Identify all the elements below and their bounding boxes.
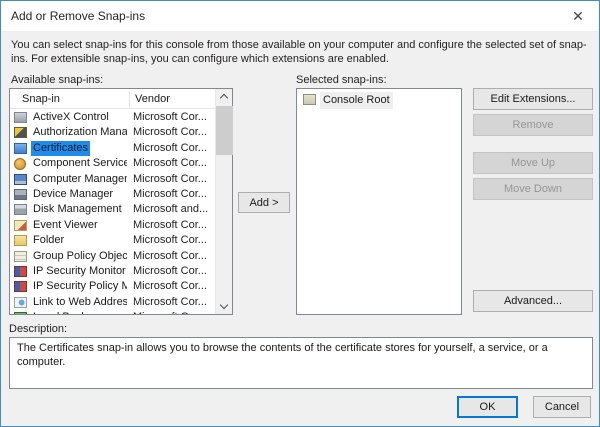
snapin-name: Authorization Manager bbox=[33, 126, 127, 139]
selected-snapins-list: Console Root bbox=[296, 88, 462, 315]
cancel-button[interactable]: Cancel bbox=[533, 396, 591, 418]
group-policy-object-icon bbox=[14, 250, 27, 262]
selected-rows: Console Root bbox=[297, 92, 461, 109]
disk-management-icon bbox=[14, 204, 27, 216]
vertical-scrollbar[interactable] bbox=[215, 89, 233, 314]
list-item[interactable]: IP Security Monitor Microsoft Cor... bbox=[10, 264, 215, 279]
snapin-name: Disk Management bbox=[33, 203, 122, 216]
snapin-name: ActiveX Control bbox=[33, 111, 109, 123]
list-item[interactable]: Event Viewer Microsoft Cor... bbox=[10, 218, 215, 233]
snapin-name: Event Viewer bbox=[33, 218, 98, 231]
edit-extensions-button[interactable]: Edit Extensions... bbox=[473, 88, 593, 110]
component-services-icon bbox=[14, 158, 26, 171]
list-item[interactable]: Computer Managem... Microsoft Cor... bbox=[10, 172, 215, 187]
local-backup-icon bbox=[14, 312, 27, 314]
column-header-vendor[interactable]: Vendor bbox=[135, 93, 170, 105]
computer-management-icon bbox=[14, 173, 27, 185]
column-separator[interactable] bbox=[129, 91, 130, 107]
snapin-name: Local Backup bbox=[31, 310, 101, 314]
list-item[interactable]: Component Services Microsoft Cor... bbox=[10, 156, 215, 171]
authorization-manager-icon bbox=[14, 127, 27, 139]
snapin-vendor: Microsoft Cor... bbox=[133, 157, 207, 170]
ip-security-policy-icon bbox=[14, 281, 27, 293]
device-manager-icon bbox=[14, 188, 27, 200]
list-item[interactable]: Certificates Microsoft Cor... bbox=[10, 140, 215, 157]
selected-snapins-label: Selected snap-ins: bbox=[296, 74, 387, 86]
titlebar: Add or Remove Snap-ins ✕ bbox=[1, 1, 599, 31]
snapin-vendor: Microsoft Cor... bbox=[133, 264, 207, 277]
side-buttons: Edit Extensions... Remove Move Up Move Down… bbox=[473, 88, 593, 312]
advanced-button[interactable]: Advanced... bbox=[473, 290, 593, 312]
snapin-name: Computer Managem... bbox=[33, 172, 127, 185]
list-item[interactable]: Local Backup Microsoft Cor... bbox=[10, 310, 215, 314]
ok-button[interactable]: OK bbox=[457, 396, 518, 418]
snapin-vendor: Microsoft Cor... bbox=[133, 249, 207, 262]
description-text: The Certificates snap-in allows you to b… bbox=[17, 342, 548, 368]
list-item[interactable]: ActiveX Control Microsoft Cor... bbox=[10, 110, 215, 125]
console-folder-icon bbox=[303, 94, 316, 105]
list-item[interactable]: Device Manager Microsoft Cor... bbox=[10, 187, 215, 202]
list-item[interactable]: Group Policy Object ... Microsoft Cor... bbox=[10, 249, 215, 264]
folder-icon bbox=[14, 235, 27, 247]
snapin-name: IP Security Monitor bbox=[33, 264, 126, 277]
snapin-name: IP Security Policy M... bbox=[33, 280, 127, 293]
link-to-web-address-icon bbox=[14, 296, 27, 308]
close-icon[interactable]: ✕ bbox=[567, 5, 589, 27]
scroll-down-icon[interactable] bbox=[216, 298, 233, 314]
list-item[interactable]: Authorization Manager Microsoft Cor... bbox=[10, 125, 215, 140]
activex-control-icon bbox=[14, 112, 27, 123]
snapin-vendor: Microsoft and... bbox=[133, 203, 209, 216]
certificates-icon bbox=[14, 142, 27, 154]
snapin-vendor: Microsoft Cor... bbox=[133, 218, 207, 231]
available-rows: ActiveX Control Microsoft Cor... Authoriza… bbox=[10, 110, 215, 314]
list-item[interactable]: IP Security Policy M... Microsoft Cor... bbox=[10, 279, 215, 294]
selected-list-item[interactable]: Console Root bbox=[297, 92, 461, 109]
list-item[interactable]: Disk Management Microsoft and... bbox=[10, 202, 215, 217]
description-box: The Certificates snap-in allows you to b… bbox=[9, 337, 593, 389]
snapin-vendor: Microsoft Cor... bbox=[133, 187, 207, 200]
add-remove-snapins-dialog: Add or Remove Snap-ins ✕ You can select … bbox=[0, 0, 600, 427]
snapin-name: Group Policy Object ... bbox=[33, 249, 127, 262]
snapin-vendor: Microsoft Cor... bbox=[133, 126, 207, 139]
snapin-vendor: Microsoft Cor... bbox=[133, 295, 207, 308]
snapin-name: Component Services bbox=[33, 157, 127, 170]
available-snapins-list: Snap-in Vendor ActiveX Control Microsoft … bbox=[9, 88, 233, 315]
available-snapins-label: Available snap-ins: bbox=[11, 74, 104, 86]
add-button[interactable]: Add > bbox=[238, 192, 290, 213]
selected-snapin-name: Console Root bbox=[320, 92, 393, 109]
intro-text: You can select snap-ins for this console… bbox=[11, 39, 587, 65]
snapin-name: Link to Web Address bbox=[33, 295, 127, 308]
snapin-name: Certificates bbox=[31, 140, 91, 157]
snapin-name: Folder bbox=[33, 234, 65, 247]
snapin-vendor: Microsoft Cor... bbox=[133, 111, 207, 123]
scroll-up-icon[interactable] bbox=[216, 89, 233, 105]
list-item[interactable]: Link to Web Address Microsoft Cor... bbox=[10, 295, 215, 310]
snapin-vendor: Microsoft Cor... bbox=[133, 172, 207, 185]
event-viewer-icon bbox=[14, 219, 27, 231]
move-down-button: Move Down bbox=[473, 178, 593, 200]
snapin-name: Device Manager bbox=[33, 187, 114, 200]
move-up-button: Move Up bbox=[473, 152, 593, 174]
list-header: Snap-in Vendor bbox=[10, 89, 215, 109]
snapin-vendor: Microsoft Cor... bbox=[133, 234, 207, 247]
description-label: Description: bbox=[9, 323, 68, 335]
scrollbar-thumb[interactable] bbox=[216, 106, 233, 155]
snapin-vendor: Microsoft Cor... bbox=[133, 310, 207, 314]
ip-security-monitor-icon bbox=[14, 265, 27, 277]
list-item[interactable]: Folder Microsoft Cor... bbox=[10, 233, 215, 248]
window-title: Add or Remove Snap-ins bbox=[11, 9, 146, 23]
column-header-snapin[interactable]: Snap-in bbox=[22, 93, 60, 105]
remove-button: Remove bbox=[473, 114, 593, 136]
snapin-vendor: Microsoft Cor... bbox=[133, 280, 207, 293]
snapin-vendor: Microsoft Cor... bbox=[133, 141, 207, 154]
